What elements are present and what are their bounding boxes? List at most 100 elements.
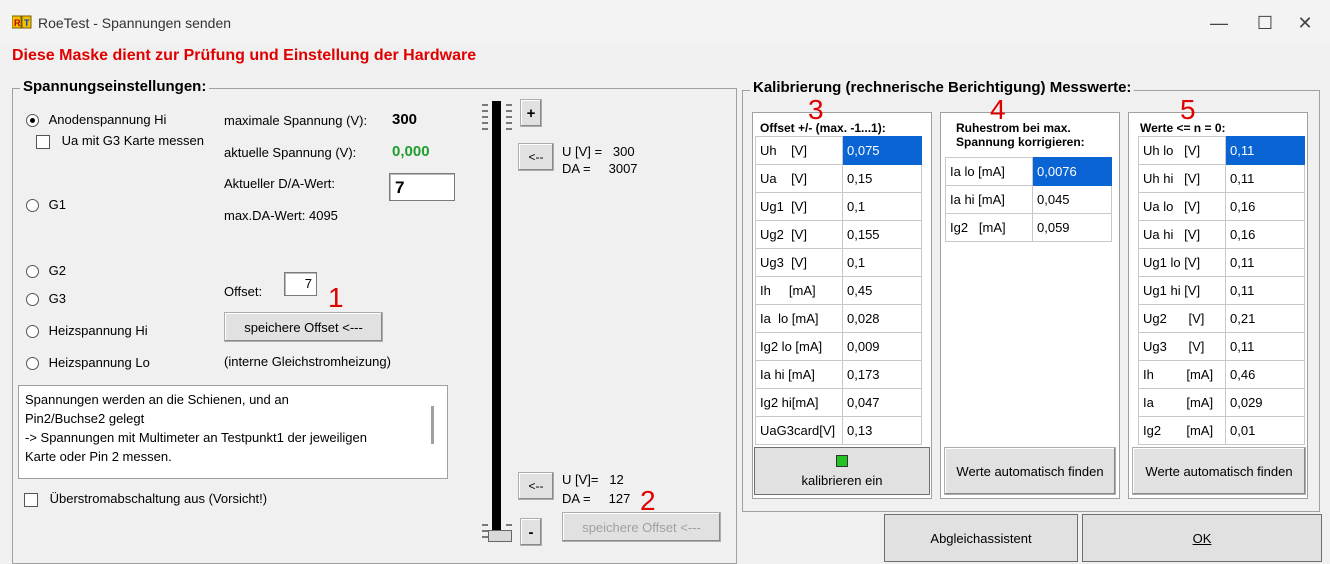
grid-row[interactable]: Ig2 [mA] 0,059 (945, 213, 1112, 242)
offset-input[interactable]: 7 (284, 272, 317, 296)
minimize-button[interactable]: — (1196, 8, 1242, 38)
grid-row[interactable]: Ua hi [V] 0,16 (1138, 220, 1305, 249)
voltage-slider[interactable] (480, 101, 514, 545)
grid-label-cell[interactable]: Ig2 [mA] (1138, 416, 1226, 445)
grid-row[interactable]: Ih [mA] 0,46 (1138, 360, 1305, 389)
save-offset-min-button[interactable]: speichere Offset <--- (562, 512, 721, 542)
grid-value-cell[interactable]: 0,1 (842, 192, 922, 221)
grid-label-cell[interactable]: Ug3 [V] (1138, 332, 1226, 361)
grid-value-cell[interactable]: 0,45 (842, 276, 922, 305)
ruhestrom-grid[interactable]: Ia lo [mA] 0,0076 Ia hi [mA] 0,045 Ig2 [mA] 0… (945, 157, 1112, 242)
grid-row[interactable]: Ua [V] 0,15 (755, 164, 922, 193)
grid-value-cell[interactable]: 0,045 (1032, 185, 1112, 214)
grid-value-cell[interactable]: 0,028 (842, 304, 922, 333)
grid-label-cell[interactable]: Uh lo [V] (1138, 136, 1226, 165)
grid-value-cell[interactable]: 0,075 (842, 136, 922, 165)
da-value-input[interactable]: 7 (389, 173, 455, 201)
grid-row[interactable]: Ia hi [mA] 0,173 (755, 360, 922, 389)
grid-label-cell[interactable]: Ug1 lo [V] (1138, 248, 1226, 277)
grid-value-cell[interactable]: 0,173 (842, 360, 922, 389)
set-max-arrow-button[interactable]: <-- (518, 143, 554, 171)
grid-row[interactable]: Uh lo [V] 0,11 (1138, 136, 1305, 165)
grid-row[interactable]: Ug2 [V] 0,155 (755, 220, 922, 249)
grid-row[interactable]: Uh [V] 0,075 (755, 136, 922, 165)
grid-row[interactable]: Ug1 hi [V] 0,11 (1138, 276, 1305, 305)
grid-label-cell[interactable]: Ua [V] (755, 164, 843, 193)
slider-plus-button[interactable]: + (520, 99, 542, 127)
grid-value-cell[interactable]: 0,21 (1225, 304, 1305, 333)
grid-row[interactable]: Ua lo [V] 0,16 (1138, 192, 1305, 221)
grid-row[interactable]: Ug1 lo [V] 0,11 (1138, 248, 1305, 277)
grid-label-cell[interactable]: Ig2 [mA] (945, 213, 1033, 242)
grid-row[interactable]: UaG3card[V] 0,13 (755, 416, 922, 445)
alignment-assistant-button[interactable]: Abgleichassistent (884, 514, 1078, 562)
overcurrent-checkbox[interactable]: Überstromabschaltung aus (Vorsicht!) (24, 491, 267, 507)
grid-label-cell[interactable]: Ug1 [V] (755, 192, 843, 221)
grid-label-cell[interactable]: Ug1 hi [V] (1138, 276, 1226, 305)
grid-label-cell[interactable]: Ia [mA] (1138, 388, 1226, 417)
grid-value-cell[interactable]: 0,16 (1225, 220, 1305, 249)
grid-label-cell[interactable]: Ua lo [V] (1138, 192, 1226, 221)
grid-label-cell[interactable]: Ia hi [mA] (945, 185, 1033, 214)
grid-label-cell[interactable]: Uh [V] (755, 136, 843, 165)
grid-row[interactable]: Ug1 [V] 0,1 (755, 192, 922, 221)
grid-value-cell[interactable]: 0,1 (842, 248, 922, 277)
grid-value-cell[interactable]: 0,16 (1225, 192, 1305, 221)
grid-row[interactable]: Ih [mA] 0,45 (755, 276, 922, 305)
grid-row[interactable]: Ug3 [V] 0,11 (1138, 332, 1305, 361)
grid-value-cell[interactable]: 0,009 (842, 332, 922, 361)
info-memo[interactable]: Spannungen werden an die Schienen, und a… (18, 385, 448, 479)
grid-row[interactable]: Ig2 lo [mA] 0,009 (755, 332, 922, 361)
grid-value-cell[interactable]: 0,059 (1032, 213, 1112, 242)
calibrate-on-button[interactable]: kalibrieren ein (754, 447, 930, 495)
memo-scrollbar[interactable] (431, 406, 434, 444)
grid-value-cell[interactable]: 0,13 (842, 416, 922, 445)
grid-label-cell[interactable]: Ug3 [V] (755, 248, 843, 277)
set-min-arrow-button[interactable]: <-- (518, 472, 554, 500)
grid-label-cell[interactable]: Ua hi [V] (1138, 220, 1226, 249)
offset-grid[interactable]: Uh [V] 0,075 Ua [V] 0,15 Ug1 [V] 0,1 Ug2 [V] 0,… (755, 136, 922, 445)
ua-g3-checkbox[interactable]: Ua mit G3 Karte messen (36, 133, 204, 149)
ok-button[interactable]: OK (1082, 514, 1322, 562)
grid-label-cell[interactable]: Ia hi [mA] (755, 360, 843, 389)
grid-row[interactable]: Ia lo [mA] 0,028 (755, 304, 922, 333)
grid-row[interactable]: Ig2 hi[mA] 0,047 (755, 388, 922, 417)
grid-value-cell[interactable]: 0,15 (842, 164, 922, 193)
grid-value-cell[interactable]: 0,01 (1225, 416, 1305, 445)
grid-value-cell[interactable]: 0,155 (842, 220, 922, 249)
close-button[interactable]: ✕ (1282, 8, 1328, 38)
werte-grid[interactable]: Uh lo [V] 0,11 Uh hi [V] 0,11 Ua lo [V] 0,16 U… (1138, 136, 1305, 445)
grid-row[interactable]: Uh hi [V] 0,11 (1138, 164, 1305, 193)
grid-value-cell[interactable]: 0,46 (1225, 360, 1305, 389)
grid-label-cell[interactable]: Ih [mA] (1138, 360, 1226, 389)
grid-value-cell[interactable]: 0,11 (1225, 164, 1305, 193)
grid-row[interactable]: Ug2 [V] 0,21 (1138, 304, 1305, 333)
grid-row[interactable]: Ig2 [mA] 0,01 (1138, 416, 1305, 445)
grid-label-cell[interactable]: Ug2 [V] (1138, 304, 1226, 333)
grid-value-cell[interactable]: 0,11 (1225, 248, 1305, 277)
radio-heizspannung-lo[interactable]: Heizspannung Lo (26, 355, 150, 371)
grid-value-cell[interactable]: 0,0076 (1032, 157, 1112, 186)
grid-label-cell[interactable]: Uh hi [V] (1138, 164, 1226, 193)
grid-label-cell[interactable]: Ug2 [V] (755, 220, 843, 249)
slider-minus-button[interactable]: - (520, 518, 542, 546)
radio-heizspannung-hi[interactable]: Heizspannung Hi (26, 323, 148, 339)
grid-label-cell[interactable]: Ig2 hi[mA] (755, 388, 843, 417)
grid-value-cell[interactable]: 0,11 (1225, 136, 1305, 165)
grid-label-cell[interactable]: Ig2 lo [mA] (755, 332, 843, 361)
grid-label-cell[interactable]: Ia lo [mA] (755, 304, 843, 333)
ruhestrom-auto-find-button[interactable]: Werte automatisch finden (944, 447, 1116, 495)
grid-row[interactable]: Ia hi [mA] 0,045 (945, 185, 1112, 214)
grid-label-cell[interactable]: UaG3card[V] (755, 416, 843, 445)
radio-g1[interactable]: G1 (26, 197, 66, 213)
grid-value-cell[interactable]: 0,11 (1225, 332, 1305, 361)
radio-g2[interactable]: G2 (26, 263, 66, 279)
save-offset-button[interactable]: speichere Offset <--- (224, 312, 383, 342)
radio-anodenspannung-hi[interactable]: Anodenspannung Hi (26, 112, 166, 128)
grid-row[interactable]: Ug3 [V] 0,1 (755, 248, 922, 277)
grid-row[interactable]: Ia [mA] 0,029 (1138, 388, 1305, 417)
grid-value-cell[interactable]: 0,11 (1225, 276, 1305, 305)
grid-label-cell[interactable]: Ih [mA] (755, 276, 843, 305)
slider-thumb[interactable] (488, 530, 512, 542)
werte-auto-find-button[interactable]: Werte automatisch finden (1132, 447, 1306, 495)
